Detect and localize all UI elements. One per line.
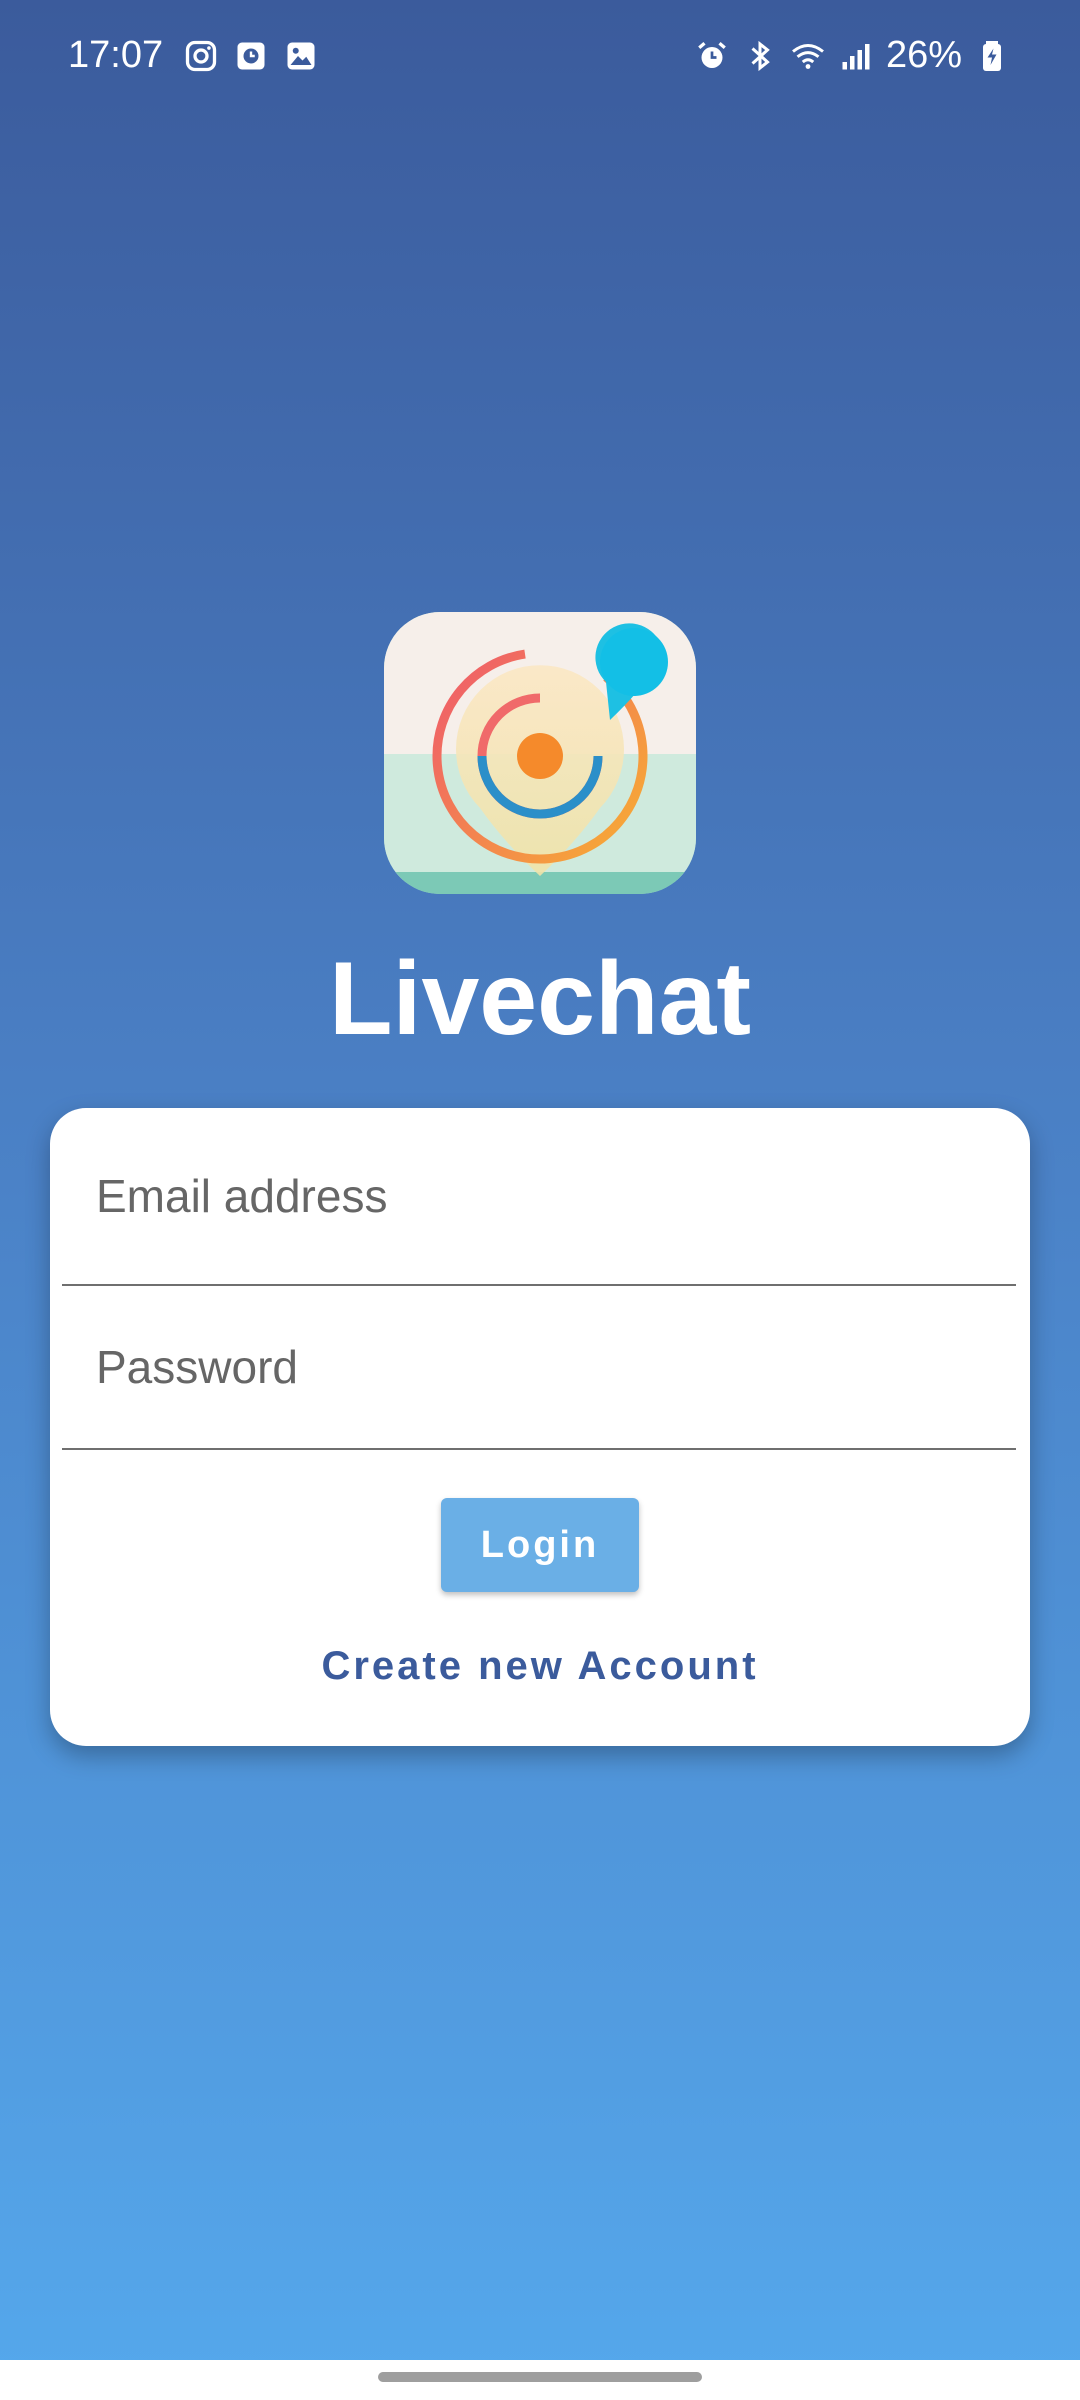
password-field-container	[62, 1286, 1016, 1450]
app-title: Livechat	[329, 941, 751, 1057]
wifi-icon	[790, 38, 826, 74]
status-right: 26%	[694, 34, 1010, 77]
battery-charging-icon	[974, 38, 1010, 74]
clock-app-icon	[233, 38, 269, 74]
bluetooth-icon	[742, 38, 778, 74]
home-indicator[interactable]	[378, 2372, 702, 2382]
login-button[interactable]: Login	[441, 1498, 639, 1592]
status-time: 17:07	[68, 34, 164, 76]
password-field[interactable]	[62, 1286, 1016, 1448]
gallery-icon	[283, 38, 319, 74]
instagram-icon	[183, 38, 219, 74]
login-card: Login Create new Account	[50, 1108, 1030, 1746]
alarm-icon	[694, 38, 730, 74]
navigation-bar	[0, 2360, 1080, 2400]
battery-percent: 26%	[885, 34, 962, 76]
livechat-logo-icon	[384, 612, 696, 894]
status-bar: 17:07 26%	[0, 0, 1080, 120]
status-left: 17:07	[68, 34, 319, 77]
create-account-link[interactable]: Create new Account	[50, 1644, 1030, 1689]
signal-icon	[838, 38, 874, 74]
email-field-container	[62, 1108, 1016, 1286]
email-field[interactable]	[62, 1108, 1016, 1284]
